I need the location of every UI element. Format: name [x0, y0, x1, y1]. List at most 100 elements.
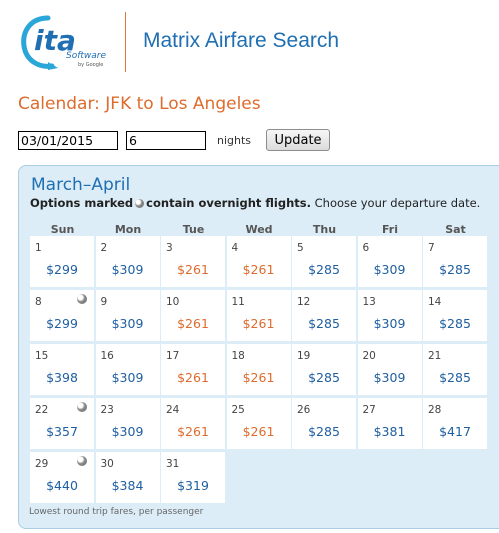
- day-number: 12: [297, 296, 311, 308]
- calendar-day-cell[interactable]: 20 $309: [357, 344, 422, 395]
- fare-price-link[interactable]: $309: [96, 424, 160, 439]
- day-number: 10: [166, 296, 180, 308]
- calendar-day-cell[interactable]: 25 $261: [226, 398, 291, 449]
- fare-price-link[interactable]: $440: [30, 478, 94, 493]
- day-number: 3: [166, 242, 173, 254]
- calendar-day-cell[interactable]: 4 $261: [226, 236, 291, 287]
- calendar-day-cell[interactable]: 22 $357: [30, 398, 94, 449]
- fare-price-link[interactable]: $299: [30, 262, 94, 277]
- nights-label: nights: [217, 134, 252, 147]
- calendar-day-cell[interactable]: 13 $309: [357, 290, 422, 341]
- calendar-day-cell[interactable]: 9 $309: [95, 290, 160, 341]
- fare-price-link[interactable]: $381: [358, 424, 422, 439]
- calendar-day-cell[interactable]: 28 $417: [423, 398, 487, 449]
- options-legend: Options marked contain overnight flights.…: [30, 196, 480, 210]
- fare-price-link[interactable]: $309: [96, 262, 160, 277]
- calendar-day-cell[interactable]: 19 $285: [292, 344, 356, 395]
- fare-price-link[interactable]: $261: [227, 262, 291, 277]
- calendar-day-cell[interactable]: 10 $261: [161, 290, 225, 341]
- calendar-day-cell[interactable]: 8 $299: [30, 290, 94, 341]
- moon-icon: [135, 199, 145, 208]
- calendar-day-cell[interactable]: 26 $285: [292, 398, 356, 449]
- calendar-day-cell[interactable]: 1 $299: [30, 236, 94, 287]
- fare-price-link[interactable]: $285: [423, 316, 487, 331]
- fare-price-link[interactable]: $309: [358, 370, 422, 385]
- day-number: 5: [297, 242, 304, 254]
- departure-date-input[interactable]: [18, 131, 118, 150]
- calendar-day-cell[interactable]: 5 $285: [292, 236, 356, 287]
- month-title: March–April: [31, 175, 131, 195]
- fare-price-link[interactable]: $309: [358, 262, 422, 277]
- calendar-day-cell[interactable]: 12 $285: [292, 290, 356, 341]
- app-title: Matrix Airfare Search: [143, 29, 340, 52]
- day-number: 26: [297, 404, 311, 416]
- options-legend-bold2: contain overnight flights.: [146, 196, 311, 210]
- fare-price-link[interactable]: $285: [423, 370, 487, 385]
- calendar-day-cell[interactable]: 30 $384: [95, 452, 160, 503]
- calendar-panel: March–April Options marked contain overni…: [18, 165, 499, 529]
- calendar-day-cell[interactable]: 31 $319: [161, 452, 225, 503]
- calendar-day-cell[interactable]: 16 $309: [95, 344, 160, 395]
- day-number: 20: [362, 350, 376, 362]
- fare-price-link[interactable]: $309: [96, 316, 160, 331]
- day-number: 23: [100, 404, 114, 416]
- options-legend-rest: Choose your departure date.: [310, 196, 481, 210]
- day-number: 15: [35, 350, 49, 362]
- fare-price-link[interactable]: $285: [292, 424, 356, 439]
- day-number: 17: [166, 350, 180, 362]
- update-button[interactable]: Update: [266, 129, 330, 151]
- weekday-header-tue: Tue: [182, 223, 205, 236]
- calendar-heading: Calendar: JFK to Los Angeles: [18, 94, 261, 114]
- day-number: 31: [166, 458, 180, 470]
- calendar-day-cell[interactable]: 7 $285: [423, 236, 487, 287]
- fare-price-link[interactable]: $285: [292, 370, 356, 385]
- fare-price-link[interactable]: $398: [30, 370, 94, 385]
- fare-price-link[interactable]: $261: [161, 316, 225, 331]
- moon-icon: [77, 456, 87, 466]
- calendar-day-cell[interactable]: 23 $309: [95, 398, 160, 449]
- fare-price-link[interactable]: $261: [227, 370, 291, 385]
- fare-price-link[interactable]: $309: [96, 370, 160, 385]
- calendar-day-cell[interactable]: 3 $261: [161, 236, 225, 287]
- weekday-header-fri: Fri: [381, 223, 398, 236]
- fare-price-link[interactable]: $261: [161, 370, 225, 385]
- calendar-day-cell[interactable]: 21 $285: [423, 344, 487, 395]
- fare-price-link[interactable]: $261: [161, 424, 225, 439]
- calendar-day-cell[interactable]: 29 $440: [30, 452, 94, 503]
- ita-software-logo: ita Software by Google: [21, 15, 106, 70]
- calendar-day-cell[interactable]: 14 $285: [423, 290, 487, 341]
- fare-price-link[interactable]: $285: [292, 262, 356, 277]
- weekday-header-thu: Thu: [312, 223, 337, 236]
- nights-input[interactable]: [126, 131, 206, 150]
- fare-price-link[interactable]: $357: [30, 424, 94, 439]
- day-number: 24: [166, 404, 180, 416]
- fare-price-link[interactable]: $319: [161, 478, 225, 493]
- day-number: 2: [100, 242, 108, 254]
- fare-price-link[interactable]: $384: [96, 478, 160, 493]
- weekday-header-sun: Sun: [50, 223, 75, 236]
- fare-price-link[interactable]: $299: [30, 316, 94, 331]
- fare-price-link[interactable]: $261: [227, 316, 291, 331]
- day-number: 16: [100, 350, 114, 362]
- logo-sub: Software: [66, 51, 106, 61]
- day-number: 29: [35, 458, 49, 470]
- day-number: 13: [362, 296, 376, 308]
- day-number: 6: [362, 242, 370, 254]
- day-number: 25: [231, 404, 245, 416]
- day-number: 14: [428, 296, 442, 308]
- fare-price-link[interactable]: $309: [358, 316, 422, 331]
- calendar-day-cell[interactable]: 18 $261: [226, 344, 291, 395]
- fare-price-link[interactable]: $285: [292, 316, 356, 331]
- calendar-day-cell[interactable]: 17 $261: [161, 344, 225, 395]
- fare-price-link[interactable]: $285: [423, 262, 487, 277]
- calendar-day-cell[interactable]: 6 $309: [357, 236, 422, 287]
- calendar-day-cell[interactable]: 2 $309: [95, 236, 160, 287]
- calendar-day-cell[interactable]: 24 $261: [161, 398, 225, 449]
- fare-price-link[interactable]: $261: [161, 262, 225, 277]
- calendar-day-cell[interactable]: 27 $381: [357, 398, 422, 449]
- day-number: 21: [428, 350, 442, 362]
- fare-price-link[interactable]: $417: [423, 424, 487, 439]
- fare-price-link[interactable]: $261: [227, 424, 291, 439]
- calendar-day-cell[interactable]: 11 $261: [226, 290, 291, 341]
- calendar-day-cell[interactable]: 15 $398: [30, 344, 94, 395]
